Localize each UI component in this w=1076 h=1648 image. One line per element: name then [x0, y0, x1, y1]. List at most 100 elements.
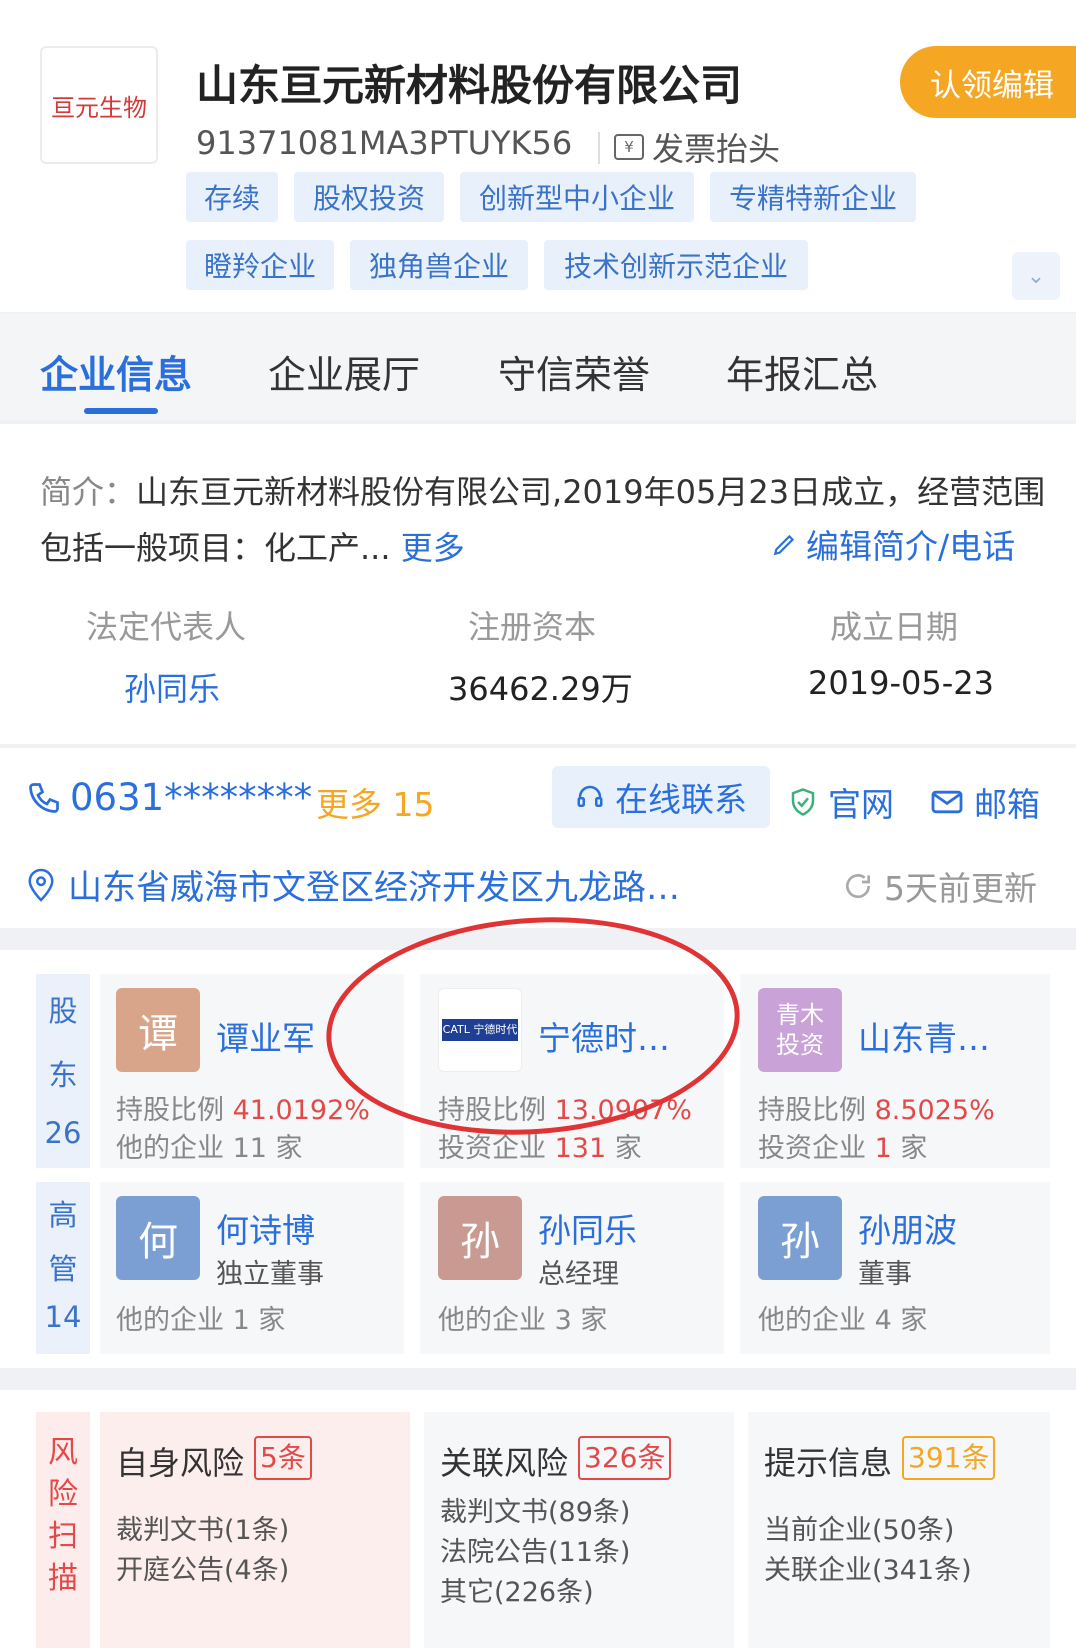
updated-label: 5天前更新 [884, 869, 1037, 908]
executive-role: 董事 [858, 1259, 912, 1290]
company-name: 山东亘元新材料股份有限公司 [196, 61, 743, 110]
risk-scan-side-label[interactable]: 风 险 扫 描 [36, 1412, 90, 1648]
side-char: 股 [48, 994, 78, 1028]
related-companies[interactable]: 他的企业 3 家 [438, 1298, 607, 1337]
refresh-icon [846, 874, 871, 899]
executive-role: 总经理 [538, 1259, 619, 1290]
tag-specialized-enterprise[interactable]: 专精特新企业 [710, 172, 916, 222]
edit-intro-button[interactable]: 编辑简介/电话 [772, 520, 1015, 568]
executive-name[interactable]: 孙同乐 [538, 1204, 637, 1252]
intro-more-link[interactable]: 更多 [401, 529, 465, 567]
risk-detail-line: 其它(226条) [440, 1577, 594, 1608]
side-char: 管 [48, 1252, 78, 1286]
tag-status[interactable]: 存续 [186, 172, 278, 222]
share-ratio: 持股比例 41.0192% [116, 1088, 370, 1127]
phone-number[interactable]: 0631******** [26, 776, 312, 819]
sub-unit: 家 [258, 1305, 286, 1336]
edit-intro-label: 编辑简介/电话 [806, 527, 1016, 566]
avatar: 青木投资 [758, 988, 842, 1072]
ratio-label: 持股比例 [758, 1095, 866, 1126]
executive-name[interactable]: 何诗博 [216, 1204, 315, 1252]
founded-label: 成立日期 [830, 608, 959, 646]
tab-annual-reports[interactable]: 年报汇总 [726, 344, 878, 399]
avatar: 孙 [438, 1196, 522, 1280]
website-link[interactable]: 官网 [788, 778, 894, 826]
side-char: 描 [48, 1561, 78, 1596]
side-char: 风 [48, 1435, 78, 1470]
divider [598, 132, 600, 164]
executive-name[interactable]: 孙朋波 [858, 1204, 957, 1252]
online-contact-button[interactable]: 在线联系 [552, 766, 770, 828]
executives-side-label[interactable]: 高 管 14 [36, 1182, 90, 1354]
tag-unicorn[interactable]: 独角兽企业 [350, 240, 528, 290]
shareholder-name[interactable]: 山东青… [858, 1012, 990, 1060]
claim-edit-button[interactable]: 认领编辑 [900, 46, 1076, 118]
ratio-value: 8.5025% [874, 1095, 995, 1126]
tag-innovative-sme[interactable]: 创新型中小企业 [460, 172, 694, 222]
side-char: 高 [48, 1198, 78, 1232]
sub-unit: 家 [614, 1133, 642, 1164]
shareholders-side-label[interactable]: 股 东 26 [36, 974, 90, 1168]
pencil-icon [773, 534, 795, 556]
sub-count: 1 [232, 1305, 250, 1336]
risk-detail-line: 法院公告(11条) [440, 1537, 631, 1568]
sub-count: 3 [554, 1305, 572, 1336]
tag-tech-innovation-demo[interactable]: 技术创新示范企业 [544, 240, 808, 290]
capital-label: 注册资本 [468, 608, 597, 646]
related-companies[interactable]: 他的企业 4 家 [758, 1298, 927, 1337]
sub-count: 131 [554, 1133, 607, 1164]
risk-count-badge: 391条 [902, 1436, 996, 1480]
email-link[interactable]: 邮箱 [930, 778, 1040, 826]
tab-credit-honors[interactable]: 守信荣誉 [498, 344, 650, 399]
location-pin-icon [28, 868, 54, 902]
company-logo: 亘元生物 [40, 46, 158, 164]
related-companies[interactable]: 投资企业 1 家 [758, 1126, 927, 1165]
share-ratio: 持股比例 13.0907% [438, 1088, 692, 1127]
email-label: 邮箱 [974, 785, 1040, 824]
risk-count-badge: 326条 [578, 1436, 672, 1480]
risk-detail-line: 裁判文书(1条) [116, 1515, 290, 1546]
related-companies[interactable]: 他的企业 1 家 [116, 1298, 285, 1337]
side-char: 扫 [48, 1519, 78, 1554]
phone-icon [29, 782, 59, 813]
related-companies[interactable]: 投资企业 131 家 [438, 1126, 642, 1165]
avatar: 孙 [758, 1196, 842, 1280]
company-header: 亘元生物 山东亘元新材料股份有限公司 认领编辑 91371081MA3PTUYK… [0, 0, 1076, 312]
shareholder-count: 26 [44, 1116, 82, 1150]
credit-code: 91371081MA3PTUYK56 [196, 124, 573, 162]
avatar-text: 孙 [780, 1219, 820, 1265]
more-phones-link[interactable]: 更多 15 [316, 778, 434, 826]
logo-text: 亘元生物 [51, 93, 147, 122]
shareholder-name[interactable]: 谭业军 [216, 1012, 315, 1060]
risk-detail-line: 关联企业(341条) [764, 1555, 972, 1586]
avatar: 谭 [116, 988, 200, 1072]
sub-label: 他的企业 [116, 1133, 224, 1164]
risk-title: 自身风险 [116, 1444, 245, 1482]
website-label: 官网 [828, 785, 894, 824]
avatar-text: 青木投资 [776, 1001, 824, 1059]
tab-bar: 企业信息 企业展厅 守信荣誉 年报汇总 [0, 314, 1076, 420]
ratio-value: 41.0192% [232, 1095, 370, 1126]
legal-rep-value[interactable]: 孙同乐 [124, 664, 220, 710]
tab-enterprise-info[interactable]: 企业信息 [40, 344, 192, 399]
related-companies[interactable]: 他的企业 11 家 [116, 1126, 303, 1165]
tab-enterprise-showroom[interactable]: 企业展厅 [268, 344, 420, 399]
catl-logo: CATL 宁德时代 [442, 1019, 518, 1041]
update-status[interactable]: 5天前更新 [842, 862, 1037, 910]
shareholder-name[interactable]: 宁德时… [538, 1012, 670, 1060]
side-char: 险 [48, 1477, 78, 1512]
company-detail-page: 亘元生物 山东亘元新材料股份有限公司 认领编辑 91371081MA3PTUYK… [0, 0, 1076, 1648]
legal-rep-label: 法定代表人 [86, 608, 247, 646]
tag-equity-investment[interactable]: 股权投资 [294, 172, 444, 222]
sub-unit: 家 [275, 1133, 303, 1164]
expand-tags-button[interactable]: ⌄ [1012, 252, 1060, 300]
avatar: 何 [116, 1196, 200, 1280]
avatar-text: 何 [138, 1219, 178, 1265]
address-value: 山东省威海市文登区经济开发区九龙路… [68, 868, 680, 908]
executive-role: 独立董事 [216, 1259, 324, 1290]
tag-gazelle[interactable]: 瞪羚企业 [186, 240, 334, 290]
risk-detail-line: 当前企业(50条) [764, 1515, 955, 1546]
address-link[interactable]: 山东省威海市文登区经济开发区九龙路… [26, 860, 680, 909]
sub-unit: 家 [900, 1133, 928, 1164]
invoice-title-link[interactable]: ¥ 发票抬头 [614, 124, 780, 170]
